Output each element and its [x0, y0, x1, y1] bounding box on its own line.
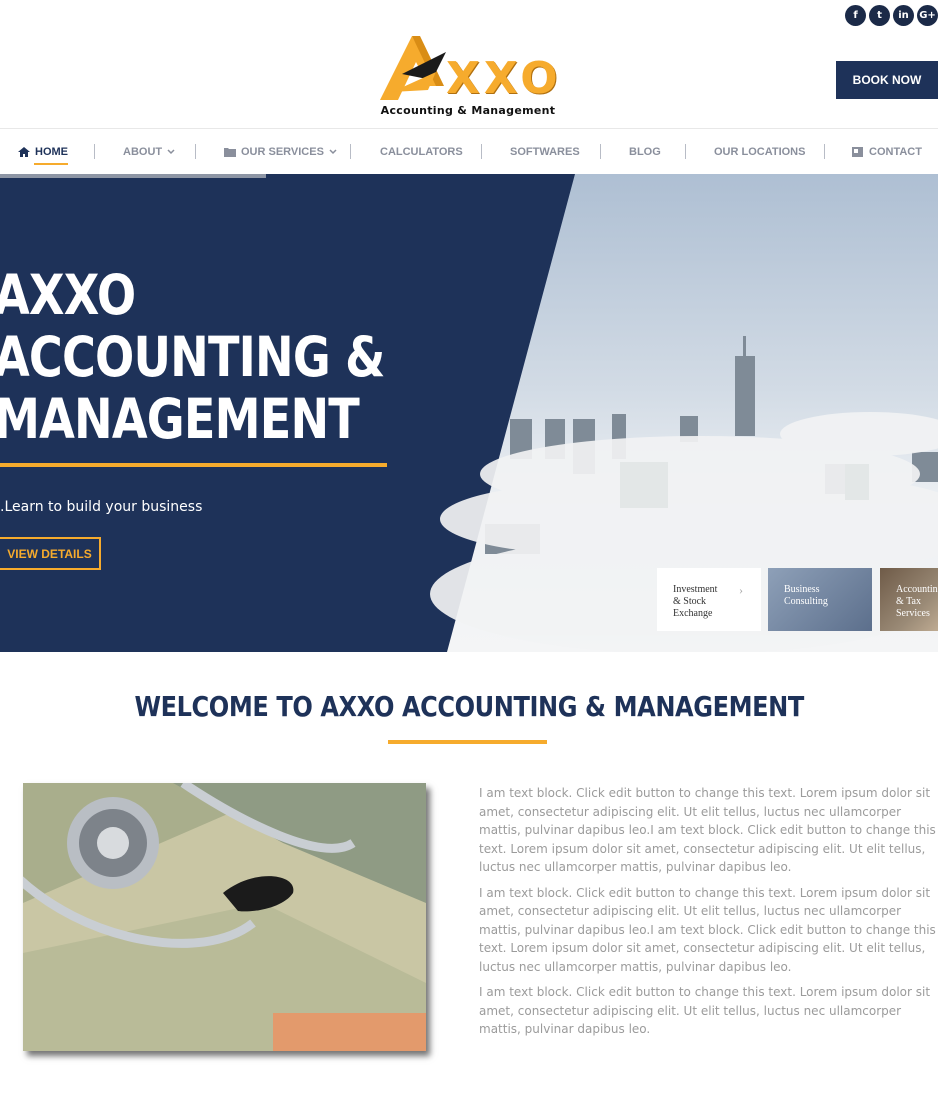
nav-divider [685, 144, 686, 159]
hero-section: AXXO ACCOUNTING & MANAGEMENT .Learn to b… [0, 174, 938, 652]
nav-blog-label: BLOG [629, 146, 661, 158]
hero-title-line: ACCOUNTING & [0, 325, 385, 389]
linkedin-icon[interactable]: in [893, 5, 914, 26]
welcome-heading: WELCOME TO AXXO ACCOUNTING & MANAGEMENT [0, 690, 938, 723]
facebook-icon[interactable]: f [845, 5, 866, 26]
home-icon [18, 147, 30, 157]
service-card-label: & Tax [896, 596, 921, 607]
nav-about-label: ABOUT [123, 146, 163, 158]
service-card-label: Accounting [896, 584, 938, 595]
hero-title-line: MANAGEMENT [0, 387, 360, 451]
social-links: f t in G+ [845, 5, 938, 26]
body-paragraph: I am text block. Click edit button to ch… [479, 985, 931, 1036]
site-logo[interactable]: XXO Accounting & Management [376, 34, 560, 120]
service-card-label: Services [896, 608, 930, 619]
nav-services[interactable]: OUR SERVICES [224, 129, 337, 175]
nav-calculators[interactable]: CALCULATORS [380, 129, 463, 175]
contact-card-icon [852, 147, 863, 157]
welcome-underline [388, 740, 547, 744]
nav-about[interactable]: ABOUT [123, 129, 175, 175]
nav-blog[interactable]: BLOG [629, 129, 661, 175]
nav-divider [600, 144, 601, 159]
nav-divider [350, 144, 351, 159]
welcome-body: I am text block. Click edit button to ch… [479, 784, 938, 1046]
nav-contact[interactable]: CONTACT [852, 129, 922, 175]
service-card-label: Business [784, 584, 820, 595]
view-details-button[interactable]: VIEW DETAILS [0, 537, 101, 570]
hero-title-line: AXXO [0, 263, 136, 327]
nav-locations[interactable]: OUR LOCATIONS [714, 129, 805, 175]
service-card-label: Exchange [673, 608, 713, 619]
service-card-label: Investment [673, 584, 718, 595]
nav-home-label: HOME [35, 146, 68, 158]
hero-subtitle: .Learn to build your business [0, 499, 203, 515]
body-paragraph: I am text block. Click edit button to ch… [479, 885, 936, 974]
service-card-label: Consulting [784, 596, 828, 607]
hero-title: AXXO ACCOUNTING & MANAGEMENT [0, 264, 385, 450]
book-now-button[interactable]: BOOK NOW [836, 61, 938, 99]
nav-divider [481, 144, 482, 159]
nav-home[interactable]: HOME [18, 129, 68, 175]
chevron-down-icon [167, 149, 175, 155]
service-card-consulting[interactable]: Business Consulting [768, 568, 872, 631]
nav-services-label: OUR SERVICES [241, 146, 324, 158]
hero-underline [0, 463, 387, 467]
nav-softwares-label: SOFTWARES [510, 146, 580, 158]
main-nav: HOME ABOUT OUR SERVICES CALCULATORS SOFT… [0, 128, 938, 174]
nav-locations-label: OUR LOCATIONS [714, 146, 806, 158]
logo-text: XXO [446, 53, 562, 104]
chevron-right-icon: › [739, 583, 743, 597]
twitter-icon[interactable]: t [869, 5, 890, 26]
nav-contact-label: CONTACT [869, 146, 922, 158]
service-card-label: & Stock [673, 596, 707, 607]
chevron-down-icon [329, 149, 337, 155]
nav-softwares[interactable]: SOFTWARES [510, 129, 580, 175]
folder-icon [224, 148, 236, 157]
nav-divider [824, 144, 825, 159]
welcome-title: WELCOME TO AXXO ACCOUNTING & MANAGEMENT [134, 690, 804, 723]
stethoscope-money-image [23, 783, 426, 1051]
nav-divider [195, 144, 196, 159]
service-card-accounting[interactable]: Accounting & Tax Services [880, 568, 938, 631]
nav-divider [94, 144, 95, 159]
body-paragraph: I am text block. Click edit button to ch… [479, 786, 936, 874]
nav-calculators-label: CALCULATORS [380, 146, 463, 158]
service-card-investment[interactable]: Investment & Stock Exchange › [657, 568, 761, 631]
hero-progress-bar [0, 174, 266, 178]
google-plus-icon[interactable]: G+ [917, 5, 938, 26]
logo-subtitle: Accounting & Management [380, 104, 556, 117]
